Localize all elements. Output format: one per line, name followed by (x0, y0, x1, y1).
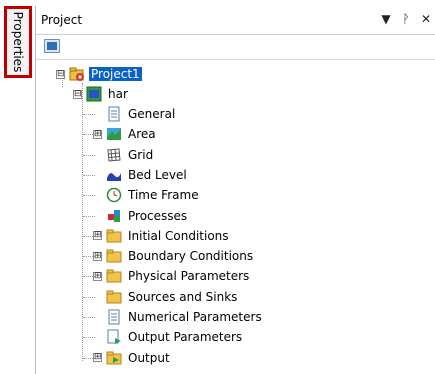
tree-node-output-parameters[interactable]: Output Parameters (106, 328, 244, 346)
folder-icon (106, 228, 122, 244)
dropdown-icon[interactable]: ▼ (378, 11, 394, 27)
tree-node-label: Sources and Sinks (128, 289, 238, 304)
tree-node-label: Initial Conditions (128, 228, 229, 243)
folder-icon (106, 248, 122, 264)
tree-node-label: Bed Level (128, 167, 187, 182)
project-panel: Project ▼ ᚹ ✕ ⊟ Project1 ⊟ har General ⊞… (35, 6, 435, 374)
tree-node-label: Grid (128, 147, 154, 162)
tree-node-label: Area (128, 127, 156, 142)
project-tree: ⊟ Project1 ⊟ har General ⊞ Area Grid Bed… (36, 61, 435, 374)
pin-icon[interactable]: ᚹ (398, 11, 414, 27)
tree-node-label: Output (128, 350, 170, 365)
tree-connector (83, 256, 95, 258)
tree-node-output[interactable]: ⊞ Output (93, 349, 172, 367)
output-folder-icon (106, 350, 122, 366)
close-icon[interactable]: ✕ (418, 11, 434, 27)
tree-node-bed-level[interactable]: Bed Level (106, 166, 189, 184)
tree-node-label: Boundary Conditions (128, 249, 254, 264)
tree-node-grid[interactable]: Grid (106, 146, 155, 164)
tree-node-sources-and-sinks[interactable]: Sources and Sinks (106, 288, 239, 306)
tree-node-label: Physical Parameters (128, 269, 250, 284)
folder-icon (106, 268, 122, 284)
tree-connector (83, 317, 95, 318)
tree-connector (83, 174, 95, 176)
tree-connector (83, 114, 95, 115)
tree-node-label: har (108, 87, 128, 101)
tree-node-initial-conditions[interactable]: ⊞ Initial Conditions (93, 227, 231, 245)
panel-titlebar: Project ▼ ᚹ ✕ (36, 6, 435, 35)
document-icon (106, 309, 122, 325)
model-folder-icon (86, 86, 102, 102)
processes-icon (106, 208, 122, 224)
output-params-icon (106, 329, 122, 345)
tree-node-label: General (128, 107, 176, 121)
tree-node-processes[interactable]: Processes (106, 207, 189, 225)
panel-toolbar (36, 35, 435, 60)
tree-node-time-frame[interactable]: Time Frame (106, 186, 201, 204)
tree-node-label: Output Parameters (128, 330, 243, 345)
project-icon (69, 66, 85, 82)
properties-side-tab[interactable]: Properties (4, 6, 32, 78)
tree-node-har[interactable]: ⊟ har (73, 85, 130, 103)
bed-level-icon (106, 167, 122, 183)
tree-node-label: Project1 (89, 67, 142, 81)
tree-node-area[interactable]: ⊞ Area (93, 125, 158, 143)
tree-node-label: Numerical Parameters (128, 310, 262, 324)
tree-connector (83, 154, 95, 156)
tree-connector (83, 235, 95, 237)
panel-title: Project (41, 13, 83, 27)
tree-node-boundary-conditions[interactable]: ⊞ Boundary Conditions (93, 247, 255, 265)
tree-connector (83, 337, 95, 339)
tree-connector (82, 83, 83, 361)
tree-node-label: Time Frame (128, 188, 199, 203)
folder-icon (106, 289, 122, 305)
collapse-icon[interactable]: ⊟ (56, 69, 65, 79)
area-map-icon (106, 126, 122, 142)
properties-side-tab-label: Properties (11, 11, 25, 73)
view-toggle-button[interactable] (44, 39, 60, 53)
tree-node-numerical-parameters[interactable]: Numerical Parameters (106, 308, 264, 326)
document-icon (106, 106, 122, 122)
tree-connector (83, 215, 95, 217)
tree-connector (83, 296, 95, 298)
grid-icon (106, 147, 122, 163)
tree-connector (83, 195, 95, 197)
tree-node-physical-parameters[interactable]: ⊞ Physical Parameters (93, 267, 251, 285)
tree-connector (83, 276, 95, 278)
tree-node-project1[interactable]: ⊟ Project1 (56, 65, 142, 83)
tree-connector (83, 134, 95, 136)
tree-connector (83, 357, 95, 359)
tree-node-label: Processes (128, 208, 188, 223)
collapse-icon[interactable]: ⊟ (73, 89, 82, 99)
clock-icon (106, 187, 122, 203)
tree-node-general[interactable]: General (106, 105, 177, 123)
